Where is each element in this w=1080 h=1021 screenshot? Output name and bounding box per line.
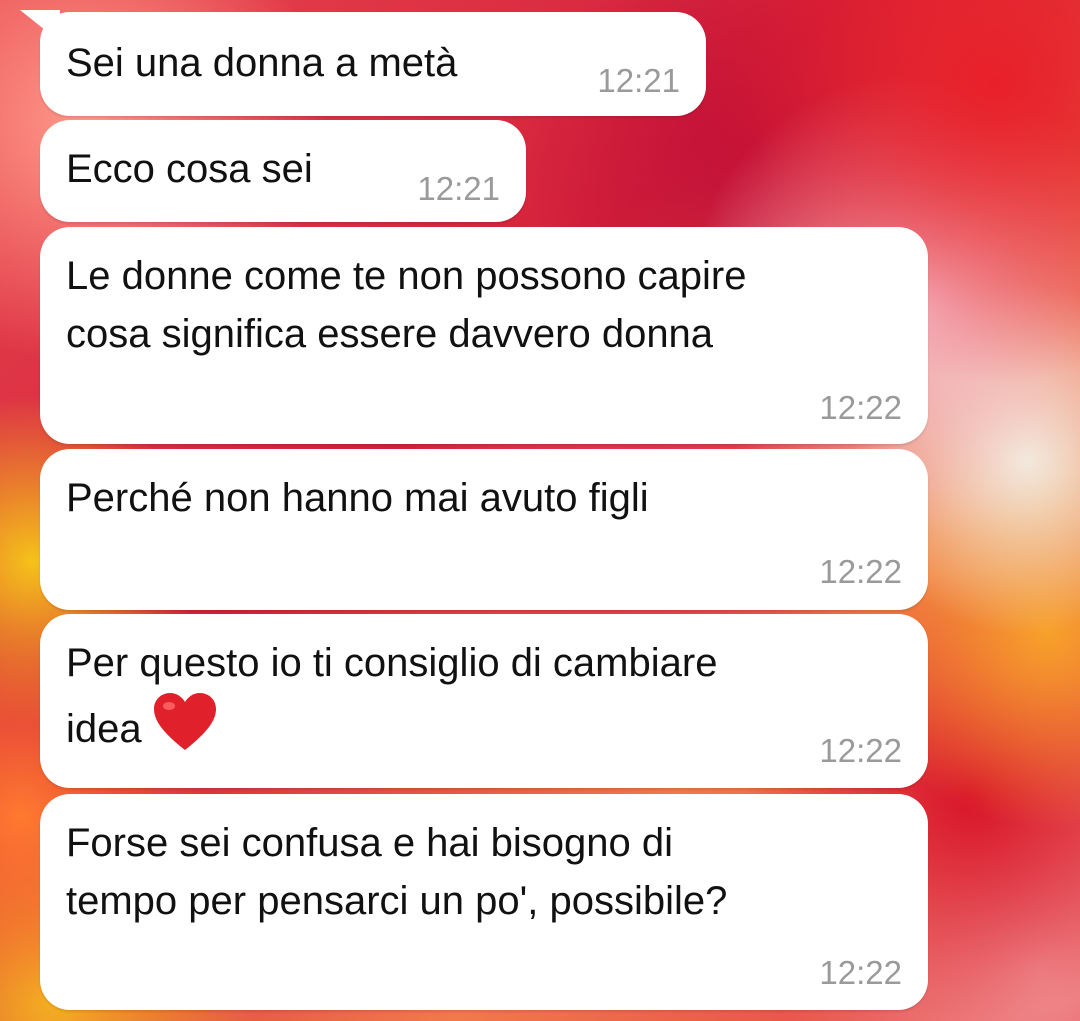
red-heart-icon: [152, 692, 218, 768]
message-timestamp: 12:21: [597, 62, 680, 99]
message-text: Forse sei confusa e hai bisogno di tempo…: [66, 821, 728, 923]
message-bubble[interactable]: Sei una donna a metà 12:21: [40, 12, 706, 116]
message-bubble[interactable]: Forse sei confusa e hai bisogno di tempo…: [40, 794, 928, 1010]
message-bubble[interactable]: Perché non hanno mai avuto figli 12:22: [40, 449, 928, 610]
message-timestamp: 12:22: [819, 954, 902, 991]
message-bubble[interactable]: Per questo io ti consiglio di cambiare i…: [40, 614, 928, 788]
message-text: Le donne come te non possono capire cosa…: [66, 254, 747, 356]
message-bubble[interactable]: Ecco cosa sei 12:21: [40, 120, 526, 222]
message-timestamp: 12:22: [819, 389, 902, 426]
message-text: Per questo io ti consiglio di cambiare i…: [66, 634, 717, 768]
message-timestamp: 12:22: [819, 553, 902, 590]
message-timestamp: 12:21: [417, 170, 500, 207]
message-text: Perché non hanno mai avuto figli: [66, 476, 649, 520]
message-timestamp: 12:22: [819, 732, 902, 769]
message-text: Sei una donna a metà: [66, 41, 458, 85]
message-text: Ecco cosa sei: [66, 147, 313, 191]
message-bubble[interactable]: Le donne come te non possono capire cosa…: [40, 227, 928, 444]
chat-message-list: Sei una donna a metà 12:21 Ecco cosa sei…: [0, 0, 1080, 1021]
